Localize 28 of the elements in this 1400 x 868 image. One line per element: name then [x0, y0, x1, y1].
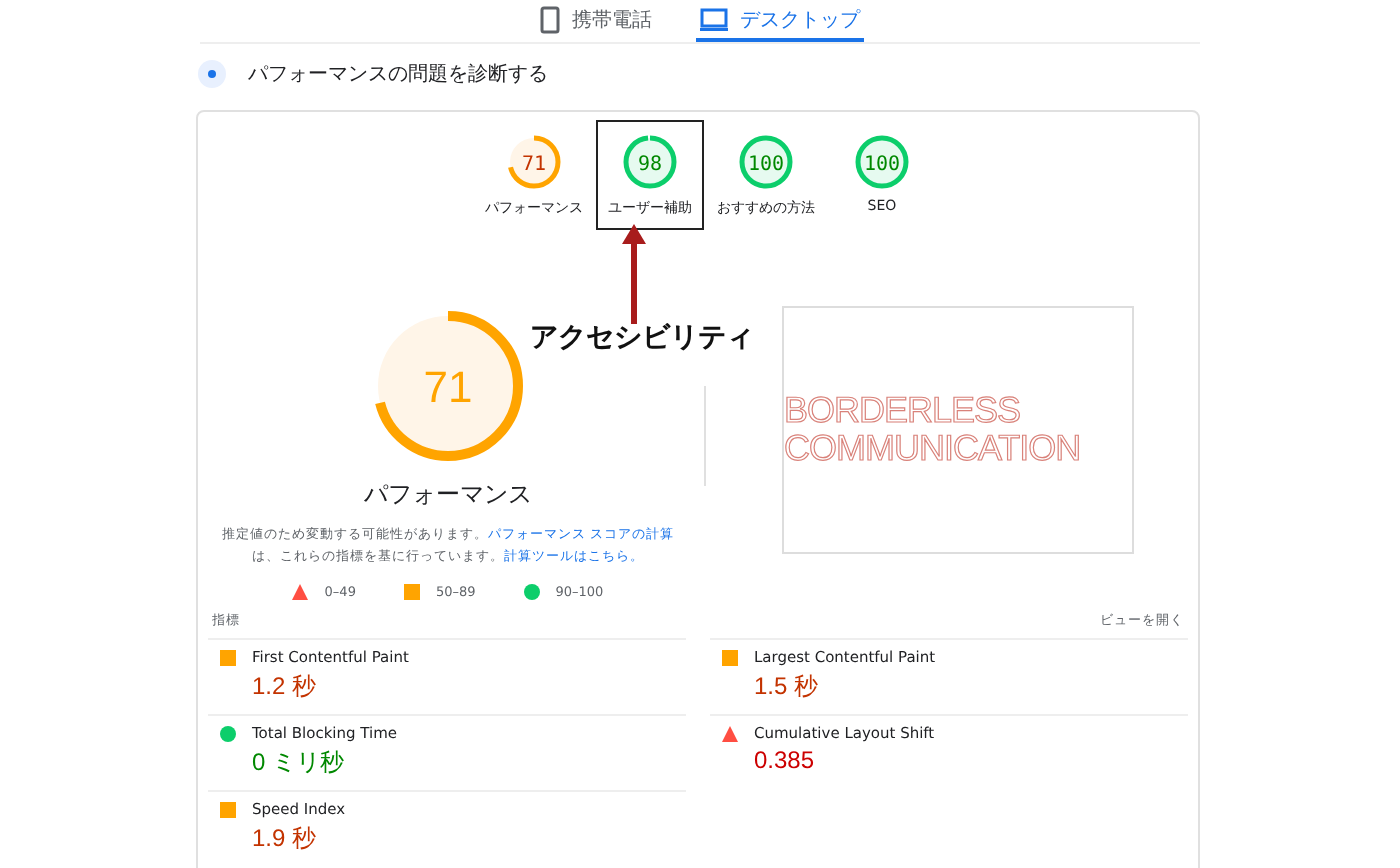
dot-icon: [196, 58, 228, 90]
score-value: 100: [747, 154, 785, 176]
device-tab[interactable]: デスクトップ: [696, 0, 864, 42]
square-icon: [403, 584, 420, 601]
phone-icon: [540, 5, 560, 33]
circle-icon: [523, 584, 540, 601]
metric-value: 1.2 秒: [252, 670, 319, 705]
metric-value: 1.5 秒: [754, 670, 821, 705]
performance-title: パフォーマンス: [364, 478, 532, 512]
annotation-arrow: [622, 224, 646, 324]
screenshot-headline: BORDERLESS COMMUNICATION: [784, 392, 1081, 468]
score-value: 98: [637, 154, 663, 176]
triangle-icon: [292, 584, 309, 601]
square-icon: [722, 649, 738, 666]
circle-icon: [220, 725, 236, 742]
square-icon: [220, 801, 236, 818]
metric-value: 0.385: [754, 746, 817, 775]
score-value: 71: [521, 154, 547, 176]
device-tab[interactable]: 携帯電話: [536, 0, 656, 42]
square-icon: [220, 649, 236, 666]
section-title: パフォーマンスの問題を診断する: [248, 61, 548, 88]
score-value: 71: [423, 362, 473, 412]
metric-value: 1.9 秒: [252, 822, 319, 857]
score-value: 100: [863, 154, 901, 176]
monitor-icon: [700, 7, 728, 31]
annotation-label: アクセシビリティ: [530, 320, 754, 356]
triangle-icon: [722, 725, 738, 742]
metric-value: 0 ミリ秒: [252, 746, 347, 781]
